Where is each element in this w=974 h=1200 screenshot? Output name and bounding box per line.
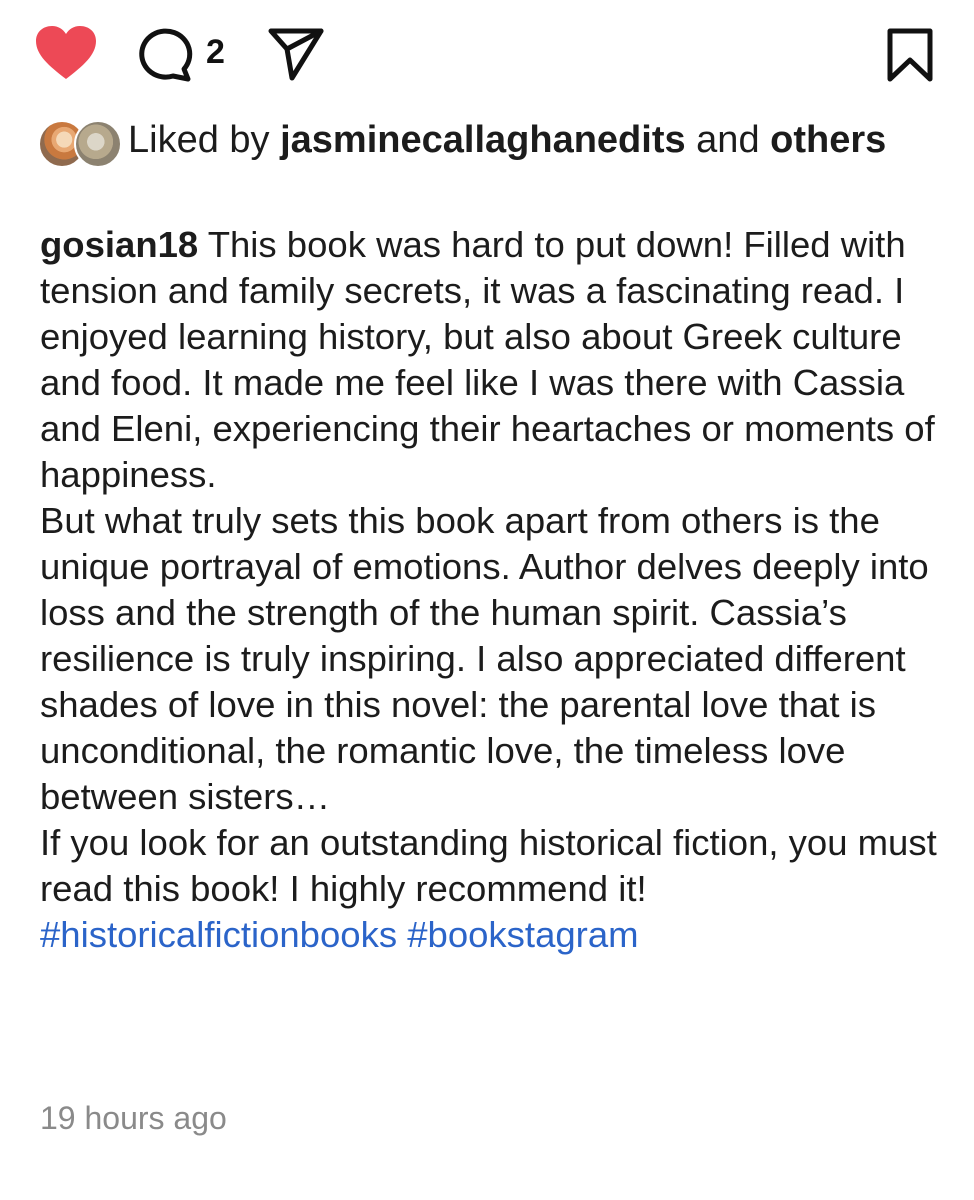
heart-icon <box>36 26 96 79</box>
liked-by-prefix: Liked by <box>128 119 270 161</box>
hashtag-link[interactable]: #historicalfictionbooks <box>40 914 397 955</box>
share-icon <box>268 28 324 81</box>
caption-paragraph: gosian18 This book was hard to put down!… <box>40 222 940 498</box>
liked-by-text: Liked by jasminecallaghanedits and other… <box>128 116 948 164</box>
like-button[interactable] <box>34 24 98 82</box>
avatar <box>74 120 122 168</box>
post-action-bar: 2 <box>0 0 974 110</box>
author-username-link[interactable]: gosian18 <box>40 224 198 265</box>
save-button[interactable] <box>882 26 938 84</box>
bookmark-icon <box>887 28 933 82</box>
comment-icon <box>139 28 193 82</box>
post-caption: gosian18 This book was hard to put down!… <box>40 222 940 958</box>
caption-paragraph: If you look for an outstanding historica… <box>40 820 940 958</box>
hashtag-link[interactable]: #bookstagram <box>407 914 638 955</box>
share-button[interactable] <box>266 26 326 82</box>
comment-count: 2 <box>206 33 225 71</box>
liker-username-link[interactable]: jasminecallaghanedits <box>280 119 686 161</box>
comment-button[interactable] <box>134 26 196 82</box>
likes-others-link[interactable]: others <box>770 119 886 161</box>
liker-avatars[interactable] <box>38 120 122 168</box>
liked-by-conjunction: and <box>696 119 760 161</box>
caption-paragraph: But what truly sets this book apart from… <box>40 500 929 817</box>
caption-text: If you look for an outstanding historica… <box>40 822 937 909</box>
post-timestamp: 19 hours ago <box>40 1100 227 1136</box>
